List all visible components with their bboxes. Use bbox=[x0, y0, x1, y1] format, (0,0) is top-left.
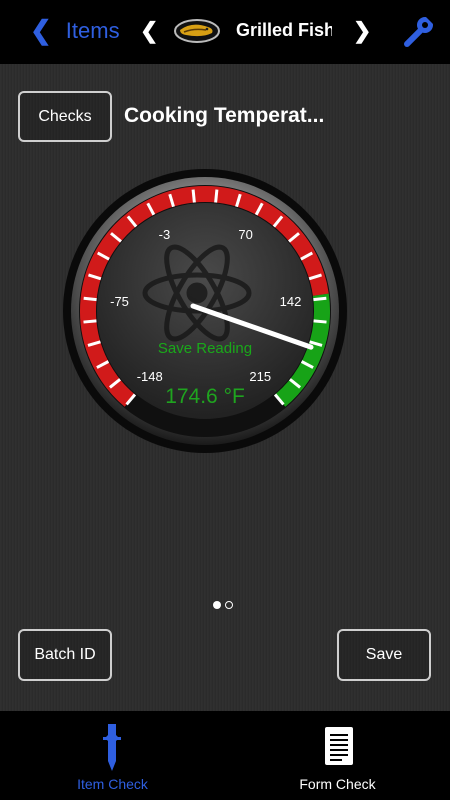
gauge-tick-label: -148 bbox=[136, 368, 163, 384]
top-bar: ❮ Items ❮ Grilled Fish ❯ bbox=[0, 0, 450, 64]
save-button[interactable]: Save bbox=[337, 629, 431, 681]
dropper-icon bbox=[103, 724, 121, 771]
chevron-left-icon: ❮ bbox=[30, 15, 52, 45]
wrench-icon[interactable] bbox=[402, 14, 436, 48]
item-title: Grilled Fish bbox=[236, 20, 332, 40]
form-icon bbox=[325, 722, 353, 765]
gauge-tick bbox=[83, 319, 97, 324]
checks-button[interactable]: Checks bbox=[18, 91, 112, 142]
previous-item-button[interactable]: ❮ bbox=[140, 18, 158, 44]
fish-icon bbox=[174, 19, 220, 43]
page-indicator bbox=[213, 601, 233, 609]
page-dot bbox=[225, 601, 233, 609]
gauge-tick bbox=[214, 189, 219, 203]
tab-item-check-label: Item Check bbox=[77, 776, 148, 792]
batch-id-button[interactable]: Batch ID bbox=[18, 629, 112, 681]
back-label: Items bbox=[65, 17, 120, 43]
save-reading-button[interactable]: Save Reading bbox=[135, 340, 275, 357]
gauge-tick-label: 142 bbox=[279, 293, 302, 309]
tab-form-check[interactable]: Form Check bbox=[225, 711, 450, 800]
gauge-tick bbox=[313, 296, 327, 302]
tab-item-check[interactable]: Item Check bbox=[0, 711, 225, 800]
temperature-gauge bbox=[63, 169, 347, 453]
gauge-tick-label: -3 bbox=[158, 227, 171, 243]
gauge-tick bbox=[83, 296, 97, 302]
gauge-tick-label: 215 bbox=[249, 368, 272, 384]
tab-form-check-label: Form Check bbox=[299, 776, 376, 792]
check-title: Cooking Temperat... bbox=[124, 104, 325, 127]
gauge-tick-label: -75 bbox=[110, 293, 129, 309]
temperature-reading: 174.6 °F bbox=[165, 385, 245, 408]
gauge-tick bbox=[191, 189, 196, 203]
bottom-tab-bar: Item Check Form Check bbox=[0, 711, 450, 800]
back-button[interactable]: ❮ Items bbox=[30, 15, 120, 46]
gauge-tick-label: 70 bbox=[238, 227, 253, 243]
next-item-button[interactable]: ❯ bbox=[353, 18, 371, 44]
gauge-tick bbox=[313, 319, 327, 324]
page-dot-active bbox=[213, 601, 221, 609]
